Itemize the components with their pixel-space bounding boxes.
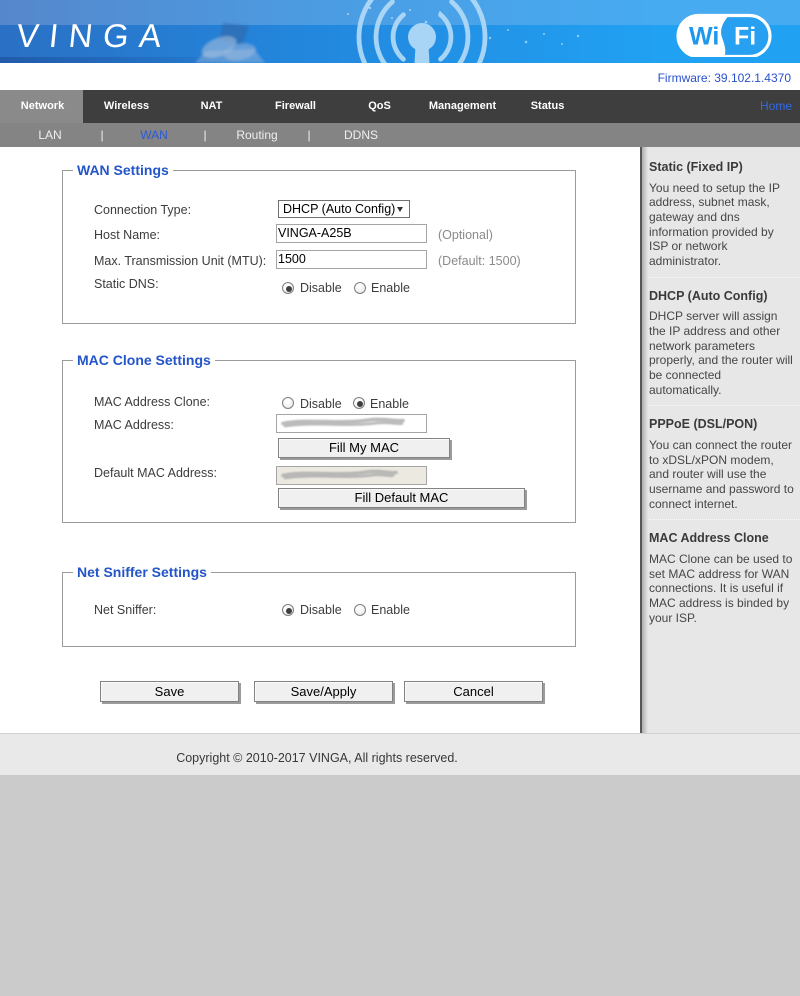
- svg-text:Wi: Wi: [689, 23, 719, 51]
- svg-text:Fi: Fi: [734, 23, 756, 51]
